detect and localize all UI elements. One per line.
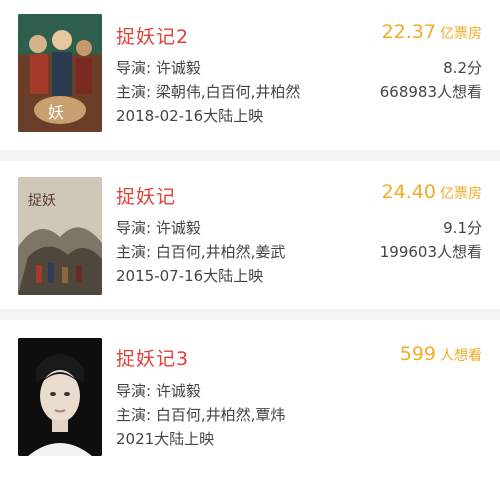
movie-title[interactable]: 捉妖记2 bbox=[116, 22, 189, 49]
svg-text:妖: 妖 bbox=[48, 103, 64, 122]
movie-card[interactable]: 捉妖 捉妖记 24.40 亿票房 导演: 许诚毅 主演: 白百何,井柏然,姜武 2… bbox=[0, 161, 500, 309]
movie-list: 妖 捉妖记2 22.37 亿票房 导演: 许诚毅 主演: 梁朝伟,白百何,井柏然 … bbox=[0, 0, 500, 481]
movie-title[interactable]: 捉妖记3 bbox=[116, 344, 189, 371]
release-date: 2015-07-16大陆上映 bbox=[116, 267, 264, 285]
poster-art-icon bbox=[18, 338, 102, 456]
movie-card[interactable]: 妖 捉妖记2 22.37 亿票房 导演: 许诚毅 主演: 梁朝伟,白百何,井柏然 … bbox=[0, 0, 500, 150]
box-office-value: 22.37 bbox=[381, 21, 436, 43]
box-office: 24.40 亿票房 bbox=[382, 181, 482, 203]
release-date: 2021大陆上映 bbox=[116, 430, 215, 448]
want-count: 199603人想看 bbox=[379, 243, 482, 261]
poster-art-icon: 捉妖 bbox=[18, 177, 102, 295]
cast: 主演: 白百何,井柏然,姜武 bbox=[116, 243, 286, 261]
want-count: 668983人想看 bbox=[379, 83, 482, 101]
box-office-unit: 亿票房 bbox=[440, 186, 482, 202]
svg-text:捉妖: 捉妖 bbox=[28, 193, 56, 209]
box-office-value: 24.40 bbox=[381, 181, 436, 203]
movie-poster[interactable]: 妖 bbox=[18, 14, 102, 132]
poster-art-icon: 妖 bbox=[18, 14, 102, 132]
want-metric: 599 人想看 bbox=[400, 343, 482, 365]
director: 导演: 许诚毅 bbox=[116, 382, 201, 400]
movie-card[interactable]: 捉妖记3 599 人想看 导演: 许诚毅 主演: 白百何,井柏然,覃炜 2021大… bbox=[0, 320, 500, 481]
box-office-unit: 亿票房 bbox=[440, 26, 482, 42]
box-office: 22.37 亿票房 bbox=[382, 21, 482, 43]
score: 8.2分 bbox=[443, 59, 482, 77]
movie-title[interactable]: 捉妖记 bbox=[116, 182, 176, 209]
cast: 主演: 梁朝伟,白百何,井柏然 bbox=[116, 83, 301, 101]
want-metric-value: 599 bbox=[399, 343, 436, 365]
cast: 主演: 白百何,井柏然,覃炜 bbox=[116, 406, 286, 424]
director: 导演: 许诚毅 bbox=[116, 59, 201, 77]
movie-poster[interactable]: 捉妖 bbox=[18, 177, 102, 295]
movie-poster[interactable] bbox=[18, 338, 102, 456]
want-metric-unit: 人想看 bbox=[440, 348, 482, 364]
release-date: 2018-02-16大陆上映 bbox=[116, 107, 264, 125]
director: 导演: 许诚毅 bbox=[116, 219, 201, 237]
score: 9.1分 bbox=[443, 219, 482, 237]
